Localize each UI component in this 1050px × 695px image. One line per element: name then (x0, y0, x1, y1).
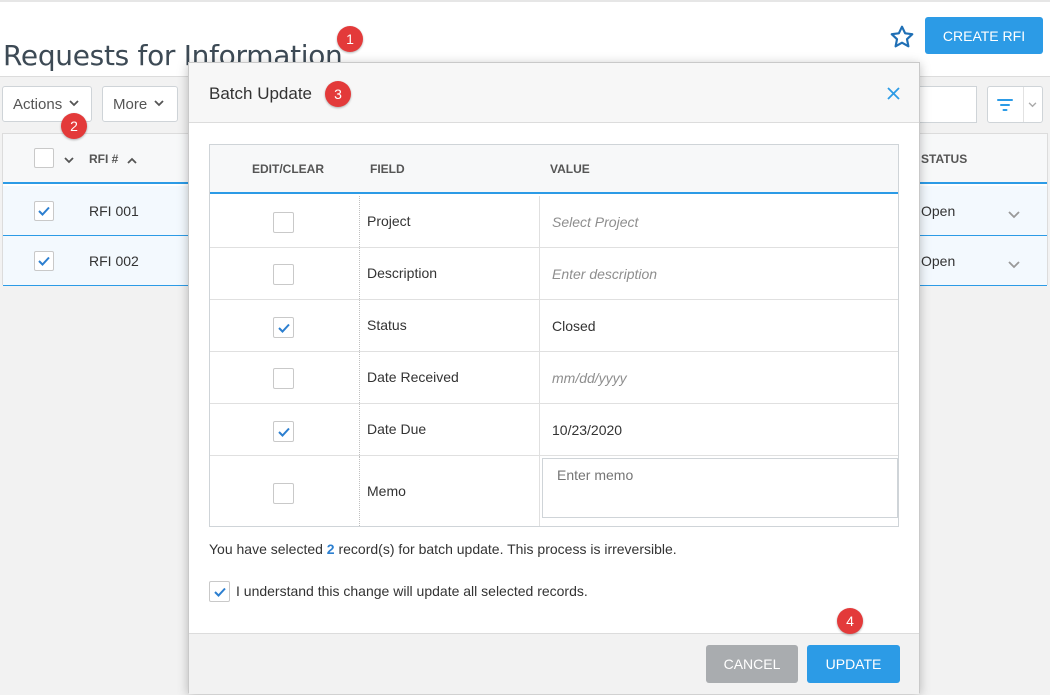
update-button[interactable]: UPDATE (807, 645, 900, 683)
batch-row-description: Description Enter description (210, 248, 898, 300)
chevron-down-icon[interactable] (1008, 256, 1020, 274)
batch-row-status: Status Closed (210, 300, 898, 352)
field-label: Memo (367, 483, 406, 499)
status-select[interactable]: Closed (552, 318, 596, 334)
edit-clear-checkbox-date-received[interactable] (273, 368, 294, 389)
check-icon (277, 427, 290, 437)
more-dropdown[interactable]: More (102, 86, 178, 122)
step-badge-3: 3 (325, 81, 351, 107)
selected-count: 2 (326, 541, 335, 557)
row-checkbox[interactable] (34, 201, 54, 221)
check-icon (38, 256, 50, 266)
date-received-input[interactable]: mm/dd/yyyy (552, 370, 627, 386)
close-button[interactable] (884, 84, 902, 102)
filter-button[interactable] (987, 86, 1043, 123)
column-header-value: VALUE (550, 162, 590, 176)
column-header-rfi[interactable]: RFI # (89, 152, 118, 166)
modal-header: Batch Update 3 (189, 63, 919, 123)
check-icon (213, 587, 226, 597)
project-select[interactable]: Select Project (552, 214, 638, 230)
column-header-edit-clear: EDIT/CLEAR (252, 162, 324, 176)
edit-clear-checkbox-project[interactable] (273, 212, 294, 233)
batch-table-header: EDIT/CLEAR FIELD VALUE (210, 145, 898, 194)
batch-row-project: Project Select Project (210, 196, 898, 248)
description-input[interactable]: Enter description (552, 266, 657, 282)
row-checkbox[interactable] (34, 251, 54, 271)
batch-fields-table: EDIT/CLEAR FIELD VALUE Project Select Pr… (209, 144, 899, 527)
acknowledge-checkbox[interactable] (209, 581, 230, 602)
selection-suffix: record(s) for batch update. This process… (334, 541, 677, 557)
modal-title: Batch Update (209, 84, 313, 103)
step-badge-4: 4 (837, 608, 863, 634)
rfi-number: RFI 001 (89, 203, 139, 219)
rfi-status: Open (921, 253, 956, 269)
cancel-button[interactable]: CANCEL (706, 645, 798, 683)
favorite-button[interactable] (886, 22, 918, 52)
field-label: Date Due (367, 421, 427, 437)
column-header-field: FIELD (370, 162, 405, 176)
batch-row-date-due: Date Due 10/23/2020 (210, 404, 898, 456)
select-all-checkbox[interactable] (34, 148, 54, 168)
edit-clear-checkbox-description[interactable] (273, 264, 294, 285)
field-label: Description (367, 265, 438, 281)
star-icon (890, 25, 914, 48)
selection-message: You have selected 2 record(s) for batch … (209, 541, 677, 557)
more-label: More (113, 95, 148, 113)
chevron-down-icon (1022, 87, 1042, 122)
column-header-status[interactable]: STATUS (921, 152, 967, 166)
chevron-up-icon[interactable] (127, 151, 137, 169)
close-icon (886, 86, 900, 100)
chevron-down-icon[interactable] (1008, 206, 1020, 224)
check-icon (38, 206, 50, 216)
step-badge-1: 1 (337, 26, 363, 52)
batch-update-modal: Batch Update 3 EDIT/CLEAR FIELD VALUE Pr… (188, 62, 920, 694)
batch-row-memo: Memo (210, 456, 898, 526)
rfi-status: Open (921, 203, 956, 219)
date-due-input[interactable]: 10/23/2020 (552, 422, 622, 438)
field-label: Date Received (367, 369, 459, 385)
top-divider (0, 0, 1050, 2)
edit-clear-checkbox-status[interactable] (273, 317, 294, 338)
create-rfi-button[interactable]: CREATE RFI (925, 17, 1043, 54)
field-label: Project (367, 213, 411, 229)
chevron-down-icon (154, 99, 164, 110)
rfi-number: RFI 002 (89, 253, 139, 269)
selection-prefix: You have selected (209, 541, 327, 557)
filter-icon (988, 87, 1023, 122)
batch-row-date-received: Date Received mm/dd/yyyy (210, 352, 898, 404)
search-input[interactable] (916, 86, 977, 123)
field-label: Status (367, 317, 407, 333)
actions-label: Actions (13, 95, 63, 113)
edit-clear-checkbox-memo[interactable] (273, 483, 294, 504)
acknowledge-label[interactable]: I understand this change will update all… (236, 583, 588, 599)
chevron-down-icon[interactable] (64, 151, 74, 169)
chevron-down-icon (69, 99, 79, 110)
step-badge-2: 2 (61, 113, 87, 139)
check-icon (277, 323, 290, 333)
edit-clear-checkbox-date-due[interactable] (273, 421, 294, 442)
modal-footer: CANCEL UPDATE (189, 633, 919, 694)
memo-textarea[interactable] (542, 458, 898, 518)
